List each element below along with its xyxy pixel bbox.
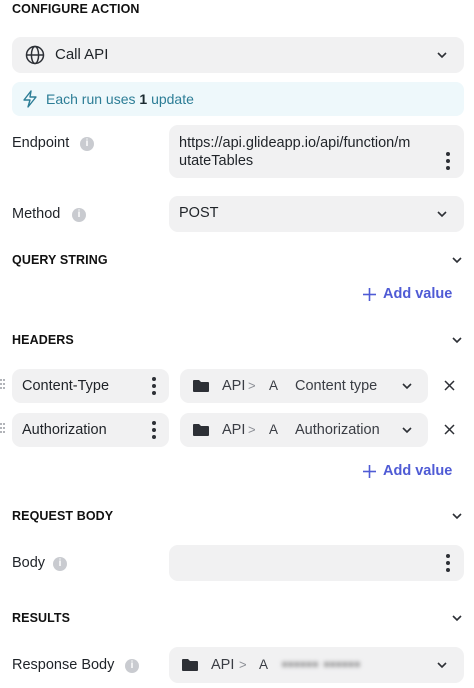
action-select-value: Call API xyxy=(55,46,109,63)
chevron-down-icon xyxy=(437,52,447,59)
folder-icon xyxy=(193,380,209,392)
add-query-value-button[interactable]: Add value xyxy=(362,286,452,302)
more-options-icon[interactable] xyxy=(152,377,156,395)
chevron-down-icon[interactable] xyxy=(451,510,463,522)
add-query-value-label: Add value xyxy=(383,286,453,302)
lightning-icon xyxy=(23,90,37,108)
update-usage-text: Each run uses 1 update xyxy=(46,91,194,107)
more-options-icon[interactable] xyxy=(446,554,450,572)
endpoint-value-line1: https://api.glideapp.io/api/function/m xyxy=(179,135,411,151)
header-value-select[interactable]: API > A Authorization xyxy=(180,413,428,447)
header-value-source: API xyxy=(222,378,246,394)
response-body-select[interactable]: API > A ▪▪▪▪▪▪ ▪▪▪▪▪▪ xyxy=(169,647,464,683)
info-icon[interactable]: i xyxy=(80,137,94,151)
header-value-column: Authorization xyxy=(295,422,380,438)
add-header-value-button[interactable]: Add value xyxy=(362,463,452,479)
endpoint-label: Endpoint xyxy=(12,135,70,151)
header-key-field[interactable]: Authorization xyxy=(12,413,169,447)
folder-icon xyxy=(182,659,198,671)
path-separator: > xyxy=(248,378,256,393)
method-value: POST xyxy=(179,205,219,221)
query-string-title: QUERY STRING xyxy=(12,253,108,267)
more-options-icon[interactable] xyxy=(446,152,450,170)
chevron-down-icon[interactable] xyxy=(451,334,463,346)
close-icon[interactable] xyxy=(444,424,455,435)
more-options-icon[interactable] xyxy=(152,421,156,439)
info-icon[interactable]: i xyxy=(53,557,67,571)
chevron-down-icon xyxy=(437,662,447,669)
header-key-value: Authorization xyxy=(22,422,107,438)
text-type-icon: A xyxy=(269,378,279,393)
header-value-column: Content type xyxy=(295,378,378,394)
response-body-column-redacted: ▪▪▪▪▪▪ ▪▪▪▪▪▪ xyxy=(282,657,361,673)
chevron-down-icon[interactable] xyxy=(451,254,463,266)
request-body-title: REQUEST BODY xyxy=(12,509,114,523)
text-type-icon: A xyxy=(259,657,269,672)
chevron-down-icon xyxy=(402,427,412,434)
configure-action-title: CONFIGURE ACTION xyxy=(12,2,140,16)
update-usage-banner: Each run uses 1 update xyxy=(12,82,464,116)
plus-icon xyxy=(363,464,376,478)
chevron-down-icon xyxy=(437,211,447,218)
body-label: Body xyxy=(12,555,46,571)
add-header-value-label: Add value xyxy=(383,463,453,479)
folder-icon xyxy=(193,424,209,436)
update-usage-count: 1 xyxy=(139,91,148,107)
update-usage-suffix: update xyxy=(151,91,194,107)
chevron-down-icon[interactable] xyxy=(451,612,463,624)
path-separator: > xyxy=(239,657,247,672)
endpoint-field[interactable]: https://api.glideapp.io/api/function/m u… xyxy=(169,125,464,178)
results-title: RESULTS xyxy=(12,611,71,625)
endpoint-value: https://api.glideapp.io/api/function/m u… xyxy=(179,134,410,170)
header-value-source: API xyxy=(222,422,246,438)
body-field[interactable] xyxy=(169,545,464,581)
update-usage-prefix: Each run uses xyxy=(46,91,136,107)
drag-handle-icon[interactable] xyxy=(0,379,5,389)
method-select[interactable]: POST xyxy=(169,196,464,232)
method-label: Method xyxy=(12,206,61,222)
header-value-select[interactable]: API > A Content type xyxy=(180,369,428,403)
header-key-value: Content-Type xyxy=(22,378,110,394)
drag-handle-icon[interactable] xyxy=(0,423,5,433)
close-icon[interactable] xyxy=(444,380,455,391)
response-body-label: Response Body xyxy=(12,657,115,673)
headers-title: HEADERS xyxy=(12,333,74,347)
globe-icon xyxy=(25,45,45,65)
chevron-down-icon xyxy=(402,383,412,390)
info-icon[interactable]: i xyxy=(125,659,139,673)
response-body-source: API xyxy=(211,657,235,673)
info-icon[interactable]: i xyxy=(72,208,86,222)
action-select[interactable]: Call API xyxy=(12,37,464,73)
plus-icon xyxy=(363,287,376,301)
path-separator: > xyxy=(248,422,256,437)
header-key-field[interactable]: Content-Type xyxy=(12,369,169,403)
text-type-icon: A xyxy=(269,422,279,437)
endpoint-value-line2: utateTables xyxy=(179,153,254,169)
